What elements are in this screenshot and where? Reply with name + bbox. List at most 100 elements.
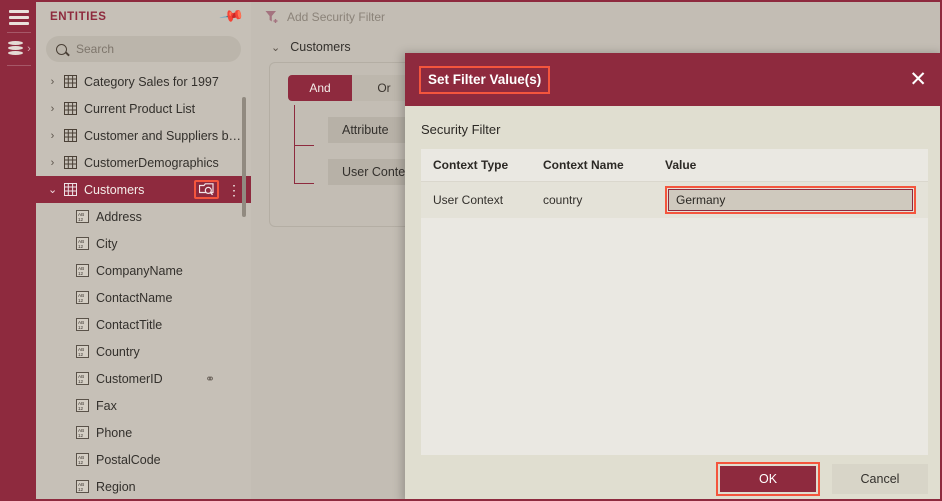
expand-chevron-icon[interactable]: › [48, 103, 57, 115]
entities-panel-header: ENTITIES 📌 [36, 2, 251, 31]
collapse-chevron-icon[interactable]: ⌄ [48, 183, 57, 196]
list-item[interactable]: AB 12 Region [36, 473, 251, 499]
list-item-label: Country [96, 344, 140, 359]
search-box[interactable] [46, 36, 241, 62]
svg-text:12: 12 [78, 433, 84, 438]
list-item-label: City [96, 236, 118, 251]
attribute-icon: AB 12 [76, 480, 89, 493]
table-row: User Context country [421, 182, 928, 218]
condition-label: Attribute [342, 123, 389, 137]
dialog-title-highlight: Set Filter Value(s) [419, 65, 551, 94]
entities-list: › Category Sales for 1997 › Current Prod… [36, 68, 251, 499]
list-item[interactable]: AB 12 CustomerID ⚭ [36, 365, 251, 392]
filter-entity-label: Customers [290, 40, 351, 54]
list-item-label: ContactName [96, 290, 173, 305]
sidebar-item-database[interactable]: › [7, 40, 31, 58]
list-item-label: PostalCode [96, 452, 161, 467]
kebab-menu-icon[interactable]: ⋮ [227, 183, 241, 197]
list-item[interactable]: › CustomerDemographics [36, 149, 251, 176]
list-item-label: Current Product List [84, 101, 196, 116]
tree-connector-vertical [294, 105, 295, 183]
svg-text:12: 12 [78, 406, 84, 411]
row-actions: ⋮ [194, 180, 245, 199]
list-item-label: CustomerID [96, 371, 163, 386]
list-item-label: Phone [96, 425, 133, 440]
list-item-label: Customers [84, 182, 145, 197]
svg-text:12: 12 [78, 352, 84, 357]
cell-value [665, 186, 928, 214]
search-input[interactable] [76, 42, 231, 56]
list-item[interactable]: › Category Sales for 1997 [36, 68, 251, 95]
filter-values-table: Context Type Context Name Value User Con… [421, 149, 928, 455]
entity-search-icon[interactable] [194, 180, 219, 199]
list-item[interactable]: AB 12 Country [36, 338, 251, 365]
close-icon[interactable]: ✕ [909, 69, 927, 90]
list-item[interactable]: AB 12 ContactTitle [36, 311, 251, 338]
expand-chevron-icon[interactable]: › [48, 76, 57, 88]
panel-title: ENTITIES [50, 10, 107, 23]
filter-value-input[interactable] [668, 189, 913, 211]
table-header-row: Context Type Context Name Value [421, 149, 928, 182]
list-item[interactable]: AB 12 ContactName [36, 284, 251, 311]
svg-text:12: 12 [78, 487, 84, 492]
cell-context-type: User Context [433, 193, 504, 207]
attribute-icon: AB 12 [76, 291, 89, 304]
list-item-label: Address [96, 209, 142, 224]
sidebar-item-customers[interactable]: ⌄ Customers ⋮ [36, 176, 251, 203]
attribute-icon: AB 12 [76, 399, 89, 412]
attribute-icon: AB 12 [76, 345, 89, 358]
key-link-icon: ⚭ [204, 371, 215, 386]
database-stack-icon [7, 40, 25, 58]
entities-panel: ENTITIES 📌 › Category Sales for 1997 › [36, 2, 251, 499]
table-icon [64, 102, 77, 115]
app-window: › ENTITIES 📌 › Category Sales for 1997 › [0, 0, 942, 501]
rail-divider-2 [7, 65, 31, 66]
list-item[interactable]: AB 12 PostalCode [36, 446, 251, 473]
attribute-icon: AB 12 [76, 453, 89, 466]
svg-text:12: 12 [78, 217, 84, 222]
expand-chevron-icon[interactable]: › [48, 130, 57, 142]
list-item[interactable]: AB 12 Address [36, 203, 251, 230]
rail-divider-1 [7, 32, 31, 33]
svg-text:12: 12 [78, 298, 84, 303]
pin-icon[interactable]: 📌 [218, 3, 244, 28]
list-item-label: CompanyName [96, 263, 183, 278]
attribute-icon: AB 12 [76, 264, 89, 277]
set-filter-values-dialog: Set Filter Value(s) ✕ Security Filter Co… [405, 53, 940, 499]
attribute-icon: AB 12 [76, 426, 89, 439]
left-icon-rail: › [2, 2, 36, 499]
expand-chevron-icon[interactable]: › [48, 157, 57, 169]
list-item[interactable]: › Current Product List [36, 95, 251, 122]
list-item[interactable]: › Customer and Suppliers by City [36, 122, 251, 149]
list-item-label: ContactTitle [96, 317, 163, 332]
list-item-label: CustomerDemographics [84, 155, 219, 170]
table-icon [64, 183, 77, 196]
chevron-down-icon[interactable]: ⌄ [271, 41, 280, 54]
list-item[interactable]: AB 12 Fax [36, 392, 251, 419]
svg-text:12: 12 [78, 379, 84, 384]
filter-plus-icon [265, 10, 279, 23]
logic-toggle-group: And Or [288, 75, 416, 101]
ok-button[interactable]: OK [720, 466, 816, 492]
list-item[interactable]: AB 12 CompanyName [36, 257, 251, 284]
table-icon [64, 129, 77, 142]
tree-connector-horizontal [294, 145, 314, 146]
expand-chevron-icon: › [27, 42, 31, 55]
ok-button-highlight: OK [716, 462, 820, 496]
hamburger-menu-icon[interactable] [9, 10, 29, 25]
attribute-icon: AB 12 [76, 372, 89, 385]
list-item-label: Fax [96, 398, 117, 413]
list-item-label: Customer and Suppliers by City [84, 128, 245, 143]
list-item[interactable]: AB 12 City [36, 230, 251, 257]
cancel-button[interactable]: Cancel [832, 464, 928, 494]
column-header-context-name: Context Name [543, 158, 624, 172]
list-item[interactable]: AB 12 Phone [36, 419, 251, 446]
logic-and-button[interactable]: And [288, 75, 352, 101]
list-item-label: Region [96, 479, 136, 494]
attribute-icon: AB 12 [76, 237, 89, 250]
add-security-filter-button[interactable]: Add Security Filter [287, 10, 385, 24]
svg-text:12: 12 [78, 244, 84, 249]
entities-scrollbar[interactable] [242, 97, 246, 217]
toolbar: Add Security Filter [251, 2, 940, 31]
attribute-icon: AB 12 [76, 210, 89, 223]
